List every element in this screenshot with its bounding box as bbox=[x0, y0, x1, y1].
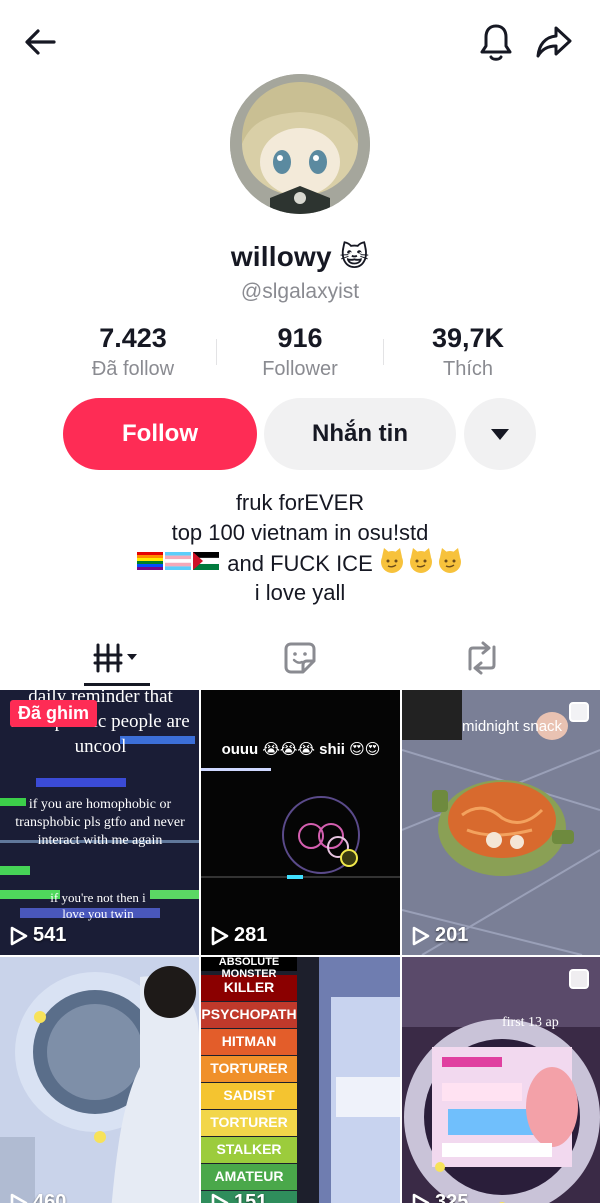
bio-line: i love yall bbox=[254, 580, 346, 605]
play-icon bbox=[211, 1193, 229, 1203]
view-count-value: 460 bbox=[33, 1191, 67, 1203]
play-icon bbox=[211, 926, 229, 945]
profile-actions: Follow Nhắn tin bbox=[0, 398, 600, 470]
profile-tabs bbox=[0, 630, 600, 686]
share-button[interactable] bbox=[530, 18, 578, 66]
play-icon bbox=[10, 926, 28, 945]
tier-label: ABSOLUTE MONSTER bbox=[218, 957, 280, 980]
tier-label: AMATEUR bbox=[214, 1168, 284, 1184]
video-grid: daily reminder that homophobic people ar… bbox=[0, 690, 600, 1203]
tier-label: KILLER bbox=[223, 979, 275, 995]
flag-icons bbox=[137, 552, 220, 570]
username-handle: @slgalaxyist bbox=[240, 280, 360, 303]
tier-label: STALKER bbox=[216, 1141, 282, 1157]
active-tab-indicator bbox=[84, 683, 150, 686]
play-icon bbox=[412, 926, 430, 945]
caret-down-icon bbox=[491, 429, 509, 440]
play-icon bbox=[412, 1193, 430, 1203]
video-thumbnail-image bbox=[402, 957, 600, 1203]
video-thumbnail[interactable]: ouuu 😭😭😭 shii 😍😍 281 bbox=[201, 690, 400, 955]
tab-liked[interactable] bbox=[200, 630, 400, 686]
view-count: 460 bbox=[10, 1191, 66, 1203]
view-count-value: 201 bbox=[435, 924, 469, 946]
view-count: 541 bbox=[10, 924, 66, 947]
arrow-left-icon bbox=[25, 29, 56, 55]
video-thumbnail[interactable]: 460 bbox=[0, 957, 199, 1203]
view-count: 325 bbox=[412, 1191, 468, 1203]
bio-line: fruk forEVER bbox=[235, 490, 365, 515]
sticker-icon bbox=[284, 642, 316, 674]
display-name: willowy 😺 bbox=[0, 240, 600, 273]
stat-value: 7.423 bbox=[99, 323, 167, 353]
cat-emojis bbox=[379, 548, 463, 582]
stat-likes[interactable]: 39,7K Thích bbox=[388, 323, 548, 381]
bio-line: and FUCK ICE bbox=[0, 548, 600, 578]
repost-icon bbox=[468, 641, 496, 675]
tier-label: HITMAN bbox=[221, 1033, 277, 1049]
tier-label: TORTURER bbox=[210, 1060, 288, 1076]
profile-stats: 7.423 Đã follow 916 Follower 39,7K Thích bbox=[0, 323, 600, 383]
video-thumbnail-image bbox=[201, 690, 400, 955]
view-count-value: 541 bbox=[33, 924, 67, 946]
video-thumbnail-image bbox=[0, 957, 199, 1203]
view-count-value: 151 bbox=[234, 1191, 268, 1203]
tier-label: TORTURER bbox=[210, 1114, 288, 1130]
more-button[interactable] bbox=[464, 398, 536, 470]
bio: fruk forEVER top 100 vietnam in osu!std bbox=[0, 488, 600, 608]
notifications-button[interactable] bbox=[472, 18, 520, 66]
view-count: 281 bbox=[211, 924, 267, 947]
stat-following[interactable]: 7.423 Đã follow bbox=[53, 323, 213, 381]
avatar-image bbox=[230, 74, 370, 214]
pinned-badge: Đã ghim bbox=[10, 700, 98, 727]
avatar[interactable] bbox=[230, 74, 370, 214]
stat-divider bbox=[383, 339, 384, 365]
follow-button[interactable]: Follow bbox=[63, 398, 257, 470]
stat-label: Thích bbox=[442, 358, 494, 380]
play-icon bbox=[10, 1193, 28, 1203]
view-count-value: 325 bbox=[435, 1191, 469, 1203]
tier-label: SADIST bbox=[223, 1087, 275, 1103]
video-overlay-text: if you're not then i love you twin bbox=[50, 890, 146, 921]
stat-divider bbox=[216, 339, 217, 365]
display-name-text: willowy bbox=[230, 241, 332, 272]
cat-emoji: 😺 bbox=[339, 240, 370, 273]
view-count: 201 bbox=[412, 924, 468, 947]
stat-followers[interactable]: 916 Follower bbox=[220, 323, 380, 381]
message-button[interactable]: Nhắn tin bbox=[264, 398, 456, 470]
video-thumbnail[interactable]: daily reminder that homophobic people ar… bbox=[0, 690, 199, 955]
view-count-value: 281 bbox=[234, 924, 268, 946]
video-caption: first 13 ap bbox=[502, 1015, 559, 1030]
photo-carousel-icon bbox=[569, 969, 589, 989]
view-count: 151 bbox=[211, 1191, 267, 1203]
bell-icon bbox=[480, 24, 512, 61]
back-button[interactable] bbox=[16, 18, 64, 66]
videos-grid-icon bbox=[93, 643, 137, 673]
video-thumbnail[interactable]: ABSOLUTE MONSTER KILLER PSYCHOPATH HITMA… bbox=[201, 957, 400, 1203]
video-thumbnail[interactable]: first 13 ap 325 bbox=[402, 957, 600, 1203]
photo-carousel-icon bbox=[569, 702, 589, 722]
bio-text: and FUCK ICE bbox=[227, 550, 373, 576]
share-icon bbox=[536, 26, 572, 58]
tab-reposts[interactable] bbox=[382, 630, 582, 686]
cat-emoji-icons bbox=[380, 548, 461, 573]
video-overlay-text: if you are homophobic or transphobic pls… bbox=[15, 797, 185, 848]
stat-value: 916 bbox=[277, 323, 323, 353]
video-caption: ouuu 😭😭😭 shii 😍😍 bbox=[221, 741, 381, 758]
video-thumbnail[interactable]: midnight snack 201 bbox=[402, 690, 600, 955]
flags-emoji bbox=[137, 550, 221, 580]
stat-label: Đã follow bbox=[91, 358, 175, 380]
bio-line: top 100 vietnam in osu!std bbox=[171, 520, 429, 545]
stat-value: 39,7K bbox=[431, 323, 505, 353]
tab-videos[interactable] bbox=[18, 630, 218, 686]
stat-label: Follower bbox=[262, 358, 338, 380]
tier-label: PSYCHOPATH bbox=[201, 1006, 297, 1022]
